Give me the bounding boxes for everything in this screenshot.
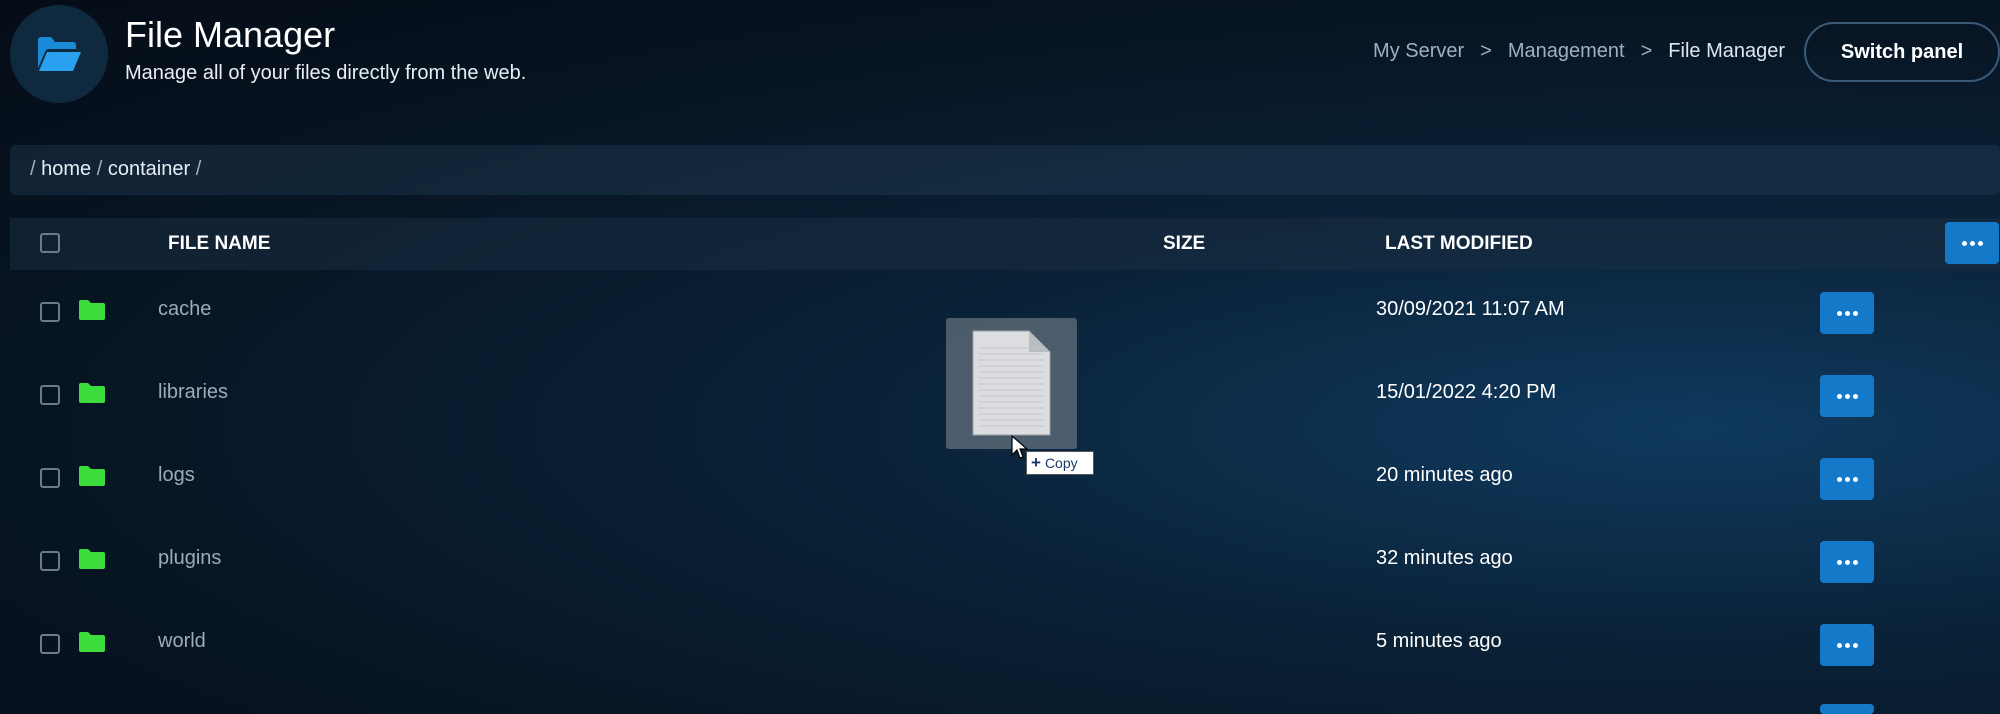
row-actions-button[interactable] — [1820, 624, 1874, 666]
plus-icon: + — [1031, 453, 1041, 472]
row-checkbox[interactable] — [40, 551, 60, 571]
row-actions-button[interactable] — [1820, 458, 1874, 500]
last-modified: 30/09/2021 11:07 AM — [1376, 298, 1565, 320]
last-modified: 32 minutes ago — [1376, 547, 1513, 569]
breadcrumb: My Server > Management > File Manager — [1373, 40, 1785, 63]
folder-open-icon — [10, 5, 108, 103]
file-name[interactable]: world — [158, 630, 206, 653]
column-last-modified[interactable]: LAST MODIFIED — [1385, 233, 1533, 255]
page-title: File Manager — [125, 14, 336, 55]
copy-tooltip: + Copy — [1026, 451, 1094, 475]
last-modified: 15/01/2022 4:20 PM — [1376, 381, 1557, 403]
folder-icon — [79, 549, 105, 569]
row-checkbox[interactable] — [40, 634, 60, 654]
row-checkbox[interactable] — [40, 302, 60, 322]
folder-icon — [79, 466, 105, 486]
drag-ghost — [946, 318, 1077, 449]
table-row[interactable]: plugins 32 minutes ago — [0, 519, 2000, 602]
select-all-checkbox[interactable] — [40, 233, 60, 253]
breadcrumb-file-manager: File Manager — [1668, 40, 1785, 62]
row-actions-button[interactable] — [1820, 704, 1874, 714]
last-modified: 20 minutes ago — [1376, 464, 1513, 486]
switch-panel-button[interactable]: Switch panel — [1804, 22, 2000, 82]
path-separator: / — [195, 158, 202, 180]
copy-tooltip-label: Copy — [1044, 455, 1078, 471]
breadcrumb-separator: > — [1640, 40, 1653, 62]
file-name[interactable]: plugins — [158, 547, 221, 570]
path-segment-home[interactable]: home — [41, 158, 91, 180]
folder-icon — [79, 632, 105, 652]
breadcrumb-my-server[interactable]: My Server — [1373, 40, 1464, 63]
row-actions-button[interactable] — [1820, 375, 1874, 417]
page-subtitle: Manage all of your files directly from t… — [125, 62, 527, 84]
folder-icon — [79, 383, 105, 403]
folder-icon — [79, 300, 105, 320]
column-size[interactable]: SIZE — [1163, 233, 1205, 255]
row-actions-button[interactable] — [1820, 292, 1874, 334]
column-file-name[interactable]: FILE NAME — [168, 233, 270, 255]
table-header: FILE NAME SIZE LAST MODIFIED — [10, 218, 2000, 270]
path-separator: / — [96, 158, 103, 180]
row-checkbox[interactable] — [40, 468, 60, 488]
breadcrumb-management[interactable]: Management — [1508, 40, 1625, 63]
page-header: File Manager Manage all of your files di… — [0, 0, 2000, 140]
file-name[interactable]: libraries — [158, 381, 228, 404]
path-bar: / home / container / — [10, 145, 2000, 195]
table-row[interactable]: world 5 minutes ago — [0, 602, 2000, 685]
breadcrumb-separator: > — [1480, 40, 1492, 62]
last-modified: 5 minutes ago — [1376, 630, 1502, 652]
file-name[interactable]: logs — [158, 464, 195, 487]
bulk-actions-button[interactable] — [1945, 222, 1999, 264]
path-root[interactable]: / — [30, 158, 36, 180]
row-checkbox[interactable] — [40, 385, 60, 405]
row-actions-button[interactable] — [1820, 541, 1874, 583]
file-name[interactable]: cache — [158, 298, 211, 321]
document-icon — [972, 330, 1051, 436]
path-segment-container[interactable]: container — [108, 158, 190, 180]
